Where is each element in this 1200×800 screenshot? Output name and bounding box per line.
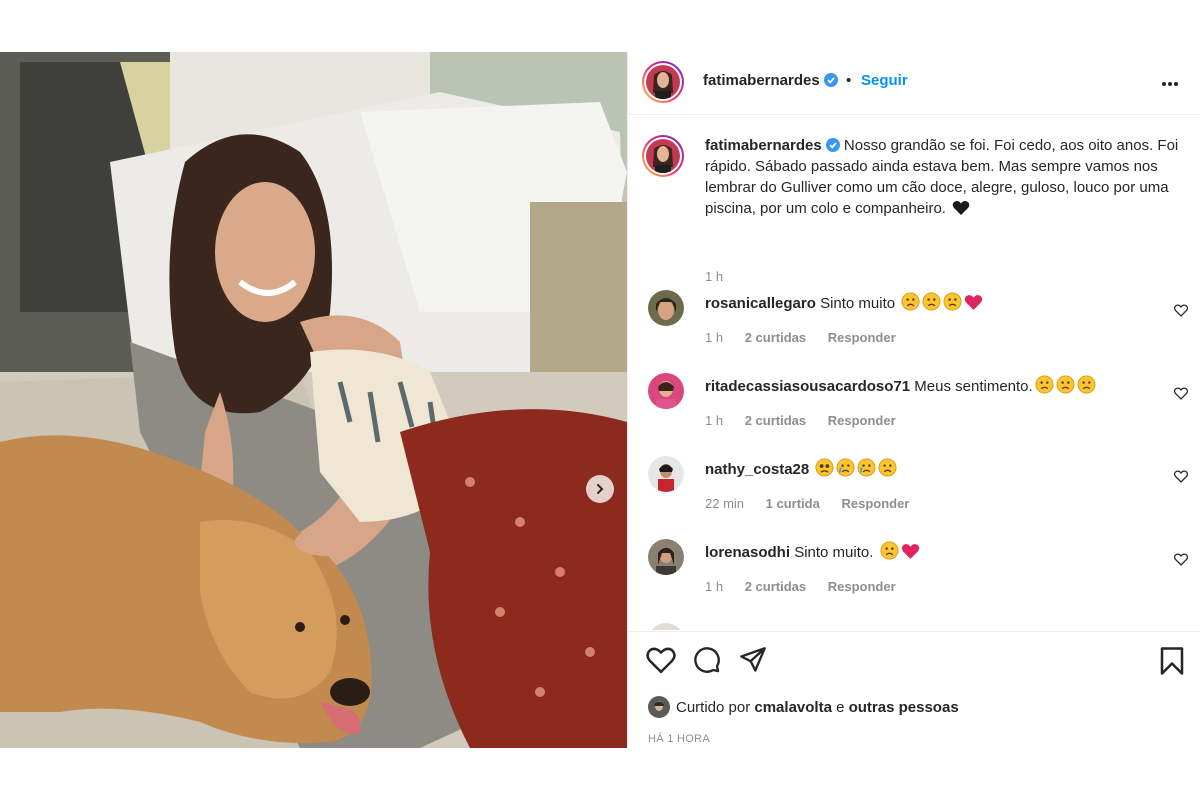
heart-icon[interactable] [1174, 304, 1188, 317]
comment-text: rosanicallegaro Sinto muito [705, 292, 983, 312]
bookmark-icon[interactable] [1158, 646, 1186, 676]
sad-face-icon [1077, 375, 1096, 394]
comment-time[interactable]: 1 h [705, 579, 723, 594]
reply-button[interactable]: Responder [841, 496, 909, 511]
post-side-panel: fatimabernardes • Seguir fatimabernardes… [627, 52, 1200, 748]
caption-text: fatimabernardes Nosso grandão se foi. Fo… [705, 135, 1185, 219]
author-username[interactable]: fatimabernardes [703, 72, 838, 89]
header-separator: • [846, 72, 852, 89]
share-icon[interactable] [738, 646, 768, 674]
post-header: fatimabernardes • Seguir [628, 52, 1200, 115]
crying-face-icon [836, 458, 855, 477]
comment-text: ritadecassiasousacardoso71 Meus sentimen… [705, 375, 1096, 395]
sad-face-icon [922, 292, 941, 311]
sad-face-icon [901, 292, 920, 311]
verified-badge-icon [825, 138, 840, 152]
crying-face-icon [857, 458, 876, 477]
comment-username[interactable]: lorenasodhi [705, 544, 790, 561]
next-photo-button[interactable] [586, 475, 614, 503]
comment-time[interactable]: 1 h [705, 413, 723, 428]
comment-item: rosanicallegaro Sinto muito 1 h 2 curtid… [642, 290, 1188, 360]
caption-author-avatar[interactable] [642, 135, 684, 177]
follow-button[interactable]: Seguir [861, 72, 908, 89]
comment-item: nathy_costa28 22 min 1 curtida Responder [642, 456, 1188, 526]
commenter-avatar[interactable] [648, 290, 684, 326]
comments-area[interactable]: fatimabernardes Nosso grandão se foi. Fo… [628, 115, 1200, 630]
post-photo[interactable] [0, 52, 627, 748]
author-avatar[interactable] [642, 61, 684, 103]
liked-user[interactable]: cmalavolta [754, 699, 832, 716]
post-actions: Curtido por cmalavolta e outras pessoas … [628, 631, 1200, 749]
comment-meta: 22 min 1 curtida Responder [705, 496, 927, 511]
comment-likes[interactable]: 2 curtidas [745, 413, 806, 428]
comment-text: nathy_costa28 [705, 458, 897, 478]
commenter-avatar[interactable] [648, 539, 684, 575]
caption-time[interactable]: 1 h [705, 269, 723, 284]
commenter-avatar[interactable] [648, 456, 684, 492]
sad-face-icon [880, 541, 899, 560]
liker-avatar[interactable] [648, 696, 670, 718]
instagram-post-page: fatimabernardes • Seguir fatimabernardes… [0, 0, 1200, 800]
verified-badge-icon [823, 73, 838, 87]
avatar-image [646, 65, 680, 99]
caption-username[interactable]: fatimabernardes [705, 137, 822, 154]
red-heart-icon [965, 295, 983, 310]
next-arrow-icon [597, 484, 604, 494]
comment-likes[interactable]: 2 curtidas [745, 579, 806, 594]
liked-and: e [836, 699, 845, 716]
sad-face-icon [878, 458, 897, 477]
comment-time[interactable]: 22 min [705, 496, 744, 511]
comment-body: Meus sentimento. [914, 378, 1033, 395]
comment-item: lorenasodhi Sinto muito. 1 h 2 curtidas … [642, 539, 1188, 609]
heart-icon[interactable] [1174, 470, 1188, 483]
heart-icon[interactable] [646, 646, 676, 674]
comment-item: ritadecassiasousacardoso71 Meus sentimen… [642, 373, 1188, 443]
commenter-avatar[interactable] [648, 373, 684, 409]
avatar-image [646, 139, 680, 173]
post-photo-image [0, 52, 627, 748]
comment-likes[interactable]: 1 curtida [766, 496, 820, 511]
commenter-avatar-partial [648, 623, 684, 630]
liked-prefix: Curtido por [676, 699, 751, 716]
reply-button[interactable]: Responder [828, 413, 896, 428]
comment-icon[interactable] [692, 646, 722, 674]
frown-face-icon [815, 458, 834, 477]
heart-icon[interactable] [1174, 387, 1188, 400]
comment-body: Sinto muito [820, 295, 896, 312]
comment-username[interactable]: ritadecassiasousacardoso71 [705, 378, 910, 395]
more-options-icon[interactable] [1160, 74, 1180, 94]
post-timestamp[interactable]: HÁ 1 HORA [648, 733, 710, 745]
author-username-text: fatimabernardes [703, 72, 820, 89]
sad-face-icon [1035, 375, 1054, 394]
heart-icon[interactable] [1174, 553, 1188, 566]
liked-others[interactable]: outras pessoas [849, 699, 959, 716]
red-heart-icon [901, 544, 919, 559]
liked-by: Curtido por cmalavolta e outras pessoas [648, 696, 959, 718]
black-heart-icon [952, 201, 970, 215]
comment-text: lorenasodhi Sinto muito. [705, 541, 920, 561]
comment-meta: 1 h 2 curtidas Responder [705, 579, 914, 594]
comment-meta: 1 h 2 curtidas Responder [705, 413, 914, 428]
sad-face-icon [1056, 375, 1075, 394]
comment-username[interactable]: nathy_costa28 [705, 461, 809, 478]
comment-username[interactable]: rosanicallegaro [705, 295, 816, 312]
sad-face-icon [943, 292, 962, 311]
reply-button[interactable]: Responder [828, 330, 896, 345]
comment-meta: 1 h 2 curtidas Responder [705, 330, 914, 345]
comment-time[interactable]: 1 h [705, 330, 723, 345]
comment-likes[interactable]: 2 curtidas [745, 330, 806, 345]
comment-body: Sinto muito. [794, 544, 874, 561]
reply-button[interactable]: Responder [828, 579, 896, 594]
